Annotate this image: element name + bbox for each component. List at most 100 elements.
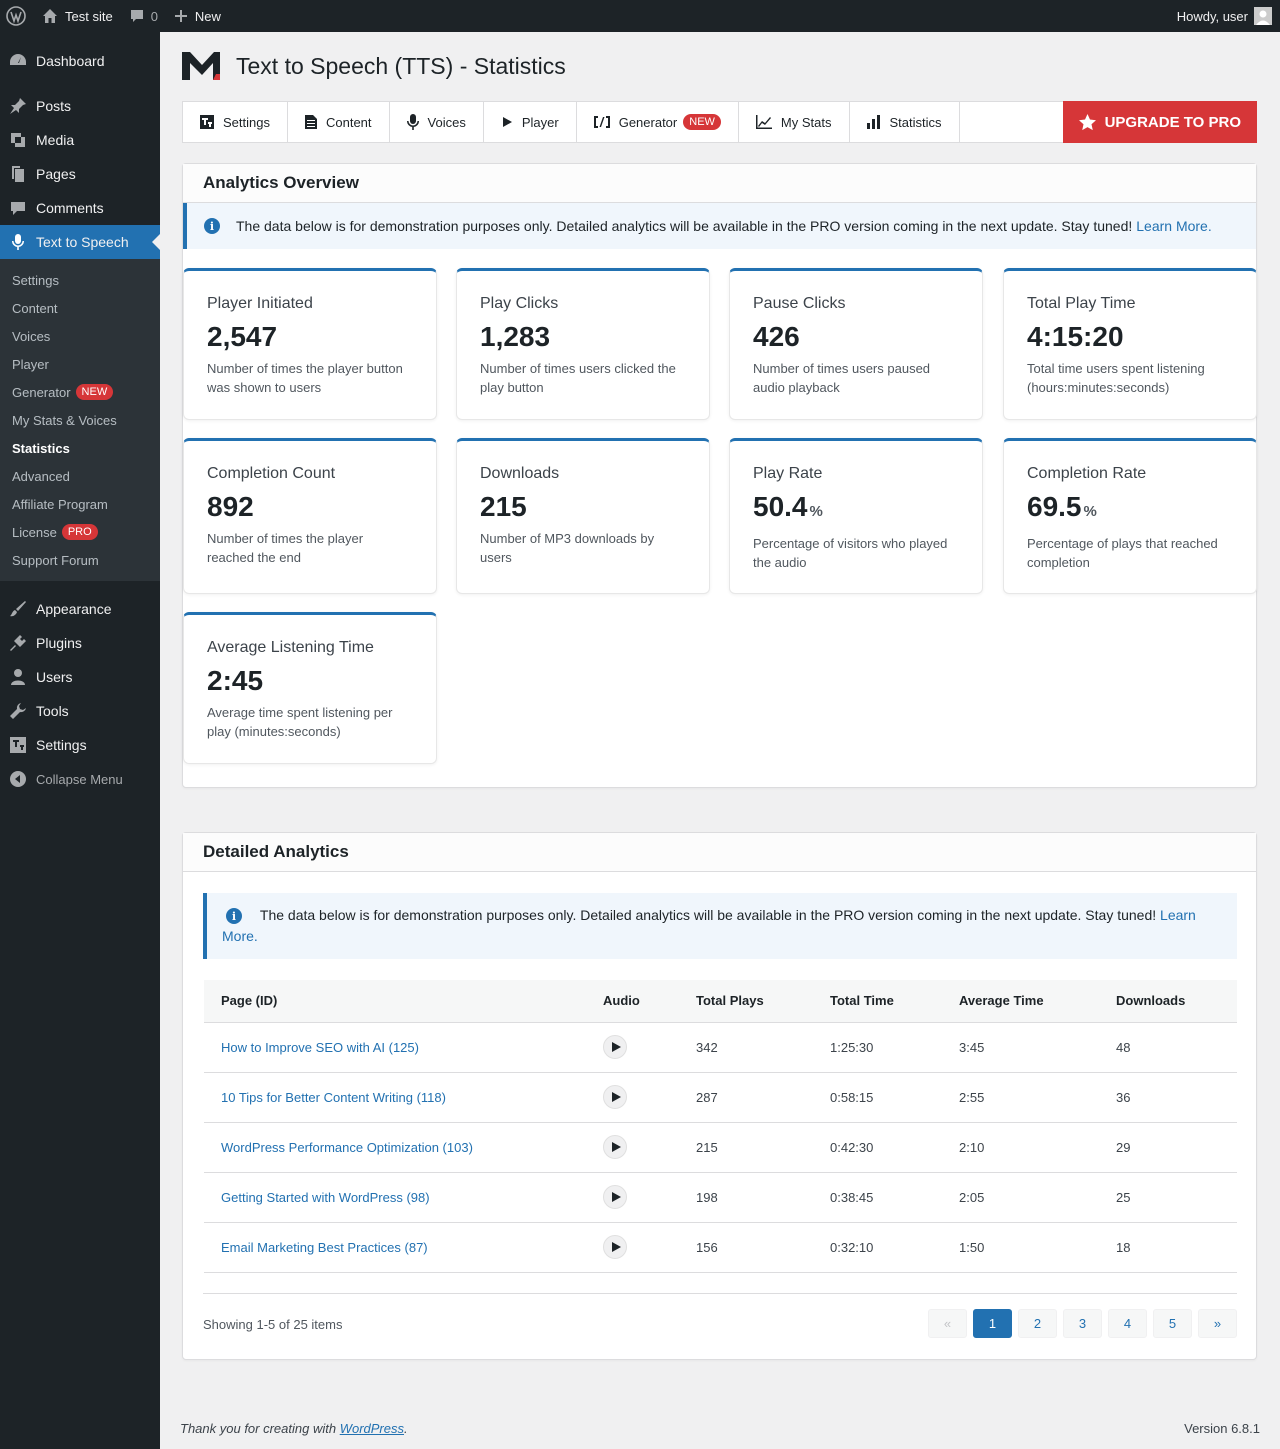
submenu-label: Advanced xyxy=(12,468,70,484)
cell-average-time: 2:55 xyxy=(942,1072,1099,1123)
sidebar-item-label: Text to Speech xyxy=(36,234,129,250)
sidebar-item-pages[interactable]: Pages xyxy=(0,157,160,191)
page-link[interactable]: How to Improve SEO with AI (125) xyxy=(221,1040,419,1055)
sidebar-item-label: Dashboard xyxy=(36,53,105,69)
document-icon xyxy=(304,115,326,129)
submenu-item-statistics[interactable]: Statistics xyxy=(0,434,160,462)
page-link[interactable]: Email Marketing Best Practices (87) xyxy=(221,1240,428,1255)
play-audio-button[interactable] xyxy=(603,1135,627,1159)
sidebar-item-plugins[interactable]: Plugins xyxy=(0,626,160,660)
sidebar-item-users[interactable]: Users xyxy=(0,660,160,694)
stat-card-value: 215 xyxy=(480,491,686,523)
stat-card: Play Clicks 1,283 Number of times users cl… xyxy=(456,268,710,420)
pagination-page-2[interactable]: 2 xyxy=(1018,1309,1057,1338)
user-icon xyxy=(8,667,28,687)
play-icon xyxy=(501,116,522,128)
submenu-item-settings[interactable]: Settings xyxy=(0,266,160,294)
column-header-total-plays[interactable]: Total Plays xyxy=(679,980,813,1023)
stat-card-description: Number of times the player reached the e… xyxy=(207,531,364,565)
play-audio-button[interactable] xyxy=(603,1235,627,1259)
tab-my-stats[interactable]: My Stats xyxy=(739,102,850,142)
stat-card-value: 69.5% xyxy=(1027,491,1233,528)
comment-bubble-icon xyxy=(129,8,145,24)
submenu-item-advanced[interactable]: Advanced xyxy=(0,462,160,490)
tab-generator[interactable]: Generator NEW xyxy=(577,102,739,142)
stat-card: Play Rate 50.4% Percentage of visitors who… xyxy=(729,438,983,594)
stat-card-label: Play Clicks xyxy=(480,295,559,312)
sidebar-item-text-to-speech[interactable]: Text to Speech xyxy=(0,225,160,259)
new-content-link[interactable]: New xyxy=(166,0,229,32)
pagination-page-5[interactable]: 5 xyxy=(1153,1309,1192,1338)
sidebar-item-comments[interactable]: Comments xyxy=(0,191,160,225)
column-header-average-time[interactable]: Average Time xyxy=(942,980,1099,1023)
submenu-item-affiliate-program[interactable]: Affiliate Program xyxy=(0,490,160,518)
sidebar-item-media[interactable]: Media xyxy=(0,123,160,157)
footer-thanks-suffix: . xyxy=(404,1421,408,1436)
stat-value-number: 2:45 xyxy=(207,665,264,696)
page-link[interactable]: WordPress Performance Optimization (103) xyxy=(221,1140,473,1155)
stat-card-description: Percentage of visitors who played the au… xyxy=(753,536,948,570)
tab-voices[interactable]: Voices xyxy=(390,102,484,142)
cell-average-time: 1:50 xyxy=(942,1222,1099,1273)
tab-label: My Stats xyxy=(780,114,832,130)
cell-total-time: 0:32:10 xyxy=(813,1222,942,1273)
stat-card-description: Average time spent listening per play (m… xyxy=(207,705,393,739)
play-audio-button[interactable] xyxy=(603,1185,627,1209)
pagination-prev-button[interactable]: « xyxy=(928,1309,967,1338)
learn-more-link[interactable]: Learn More. xyxy=(1136,218,1211,234)
wordpress-link[interactable]: WordPress xyxy=(340,1421,404,1436)
play-audio-button[interactable] xyxy=(603,1085,627,1109)
submenu-item-support-forum[interactable]: Support Forum xyxy=(0,546,160,574)
tab-settings[interactable]: Settings xyxy=(183,102,288,142)
column-header-total-time[interactable]: Total Time xyxy=(813,980,942,1023)
analytics-table-wrap: Page (ID) Audio Total Plays Total Time A… xyxy=(204,980,1237,1273)
submenu-item-player[interactable]: Player xyxy=(0,350,160,378)
sidebar-item-dashboard[interactable]: Dashboard xyxy=(0,44,160,78)
column-header-page[interactable]: Page (ID) xyxy=(204,980,586,1023)
sidebar-item-label: Users xyxy=(36,669,73,685)
sidebar-item-settings[interactable]: Settings xyxy=(0,728,160,762)
upgrade-to-pro-button[interactable]: UPGRADE TO PRO xyxy=(1062,101,1257,143)
page-link[interactable]: 10 Tips for Better Content Writing (118) xyxy=(221,1090,446,1105)
table-header-row: Page (ID) Audio Total Plays Total Time A… xyxy=(204,980,1237,1023)
sidebar-item-posts[interactable]: Posts xyxy=(0,89,160,123)
pagination-page-1[interactable]: 1 xyxy=(973,1309,1012,1338)
stat-card: Average Listening Time 2:45 Average time s… xyxy=(183,612,437,764)
pagination-page-3[interactable]: 3 xyxy=(1063,1309,1102,1338)
collapse-menu-button[interactable]: Collapse Menu xyxy=(0,762,160,796)
tab-player[interactable]: Player xyxy=(484,102,577,142)
home-icon xyxy=(42,8,58,24)
cell-downloads: 18 xyxy=(1099,1222,1237,1273)
wordpress-logo-icon[interactable] xyxy=(0,0,34,32)
account-menu[interactable]: Howdy, user xyxy=(1177,7,1280,25)
sidebar-item-appearance[interactable]: Appearance xyxy=(0,592,160,626)
submenu-item-content[interactable]: Content xyxy=(0,294,160,322)
footer-thanks: Thank you for creating with WordPress. xyxy=(180,1421,408,1436)
table-row: WordPress Performance Optimization (103)… xyxy=(204,1122,1237,1173)
submenu-item-my-stats-voices[interactable]: My Stats & Voices xyxy=(0,406,160,434)
site-name-link[interactable]: Test site xyxy=(34,0,121,32)
stat-card: Completion Rate 69.5% Percentage of plays … xyxy=(1003,438,1257,594)
pagination-next-button[interactable]: » xyxy=(1198,1309,1237,1338)
cell-total-plays: 198 xyxy=(679,1172,813,1223)
page-link[interactable]: Getting Started with WordPress (98) xyxy=(221,1190,430,1205)
column-header-downloads[interactable]: Downloads xyxy=(1099,980,1237,1023)
footer-version: Version 6.8.1 xyxy=(1184,1421,1260,1436)
submenu-item-voices[interactable]: Voices xyxy=(0,322,160,350)
pagination-page-4[interactable]: 4 xyxy=(1108,1309,1147,1338)
tab-statistics[interactable]: Statistics xyxy=(850,102,960,142)
submenu-item-license[interactable]: License PRO xyxy=(0,518,160,546)
cell-page: How to Improve SEO with AI (125) xyxy=(204,1022,586,1073)
stat-card-description: Percentage of plays that reached complet… xyxy=(1027,536,1218,570)
tab-content[interactable]: Content xyxy=(288,102,390,142)
submenu-label: Support Forum xyxy=(12,552,99,568)
pro-badge: PRO xyxy=(61,524,98,540)
admin-bar: Test site 0 New Howdy, user xyxy=(0,0,1280,32)
comments-link[interactable]: 0 xyxy=(121,0,166,32)
text-to-speech-submenu: Settings Content Voices Player Generator… xyxy=(0,259,160,581)
sidebar-item-tools[interactable]: Tools xyxy=(0,694,160,728)
submenu-item-generator[interactable]: Generator NEW xyxy=(0,378,160,406)
submenu-label: My Stats & Voices xyxy=(12,412,117,428)
submenu-label: Settings xyxy=(12,272,59,288)
play-audio-button[interactable] xyxy=(603,1035,627,1059)
